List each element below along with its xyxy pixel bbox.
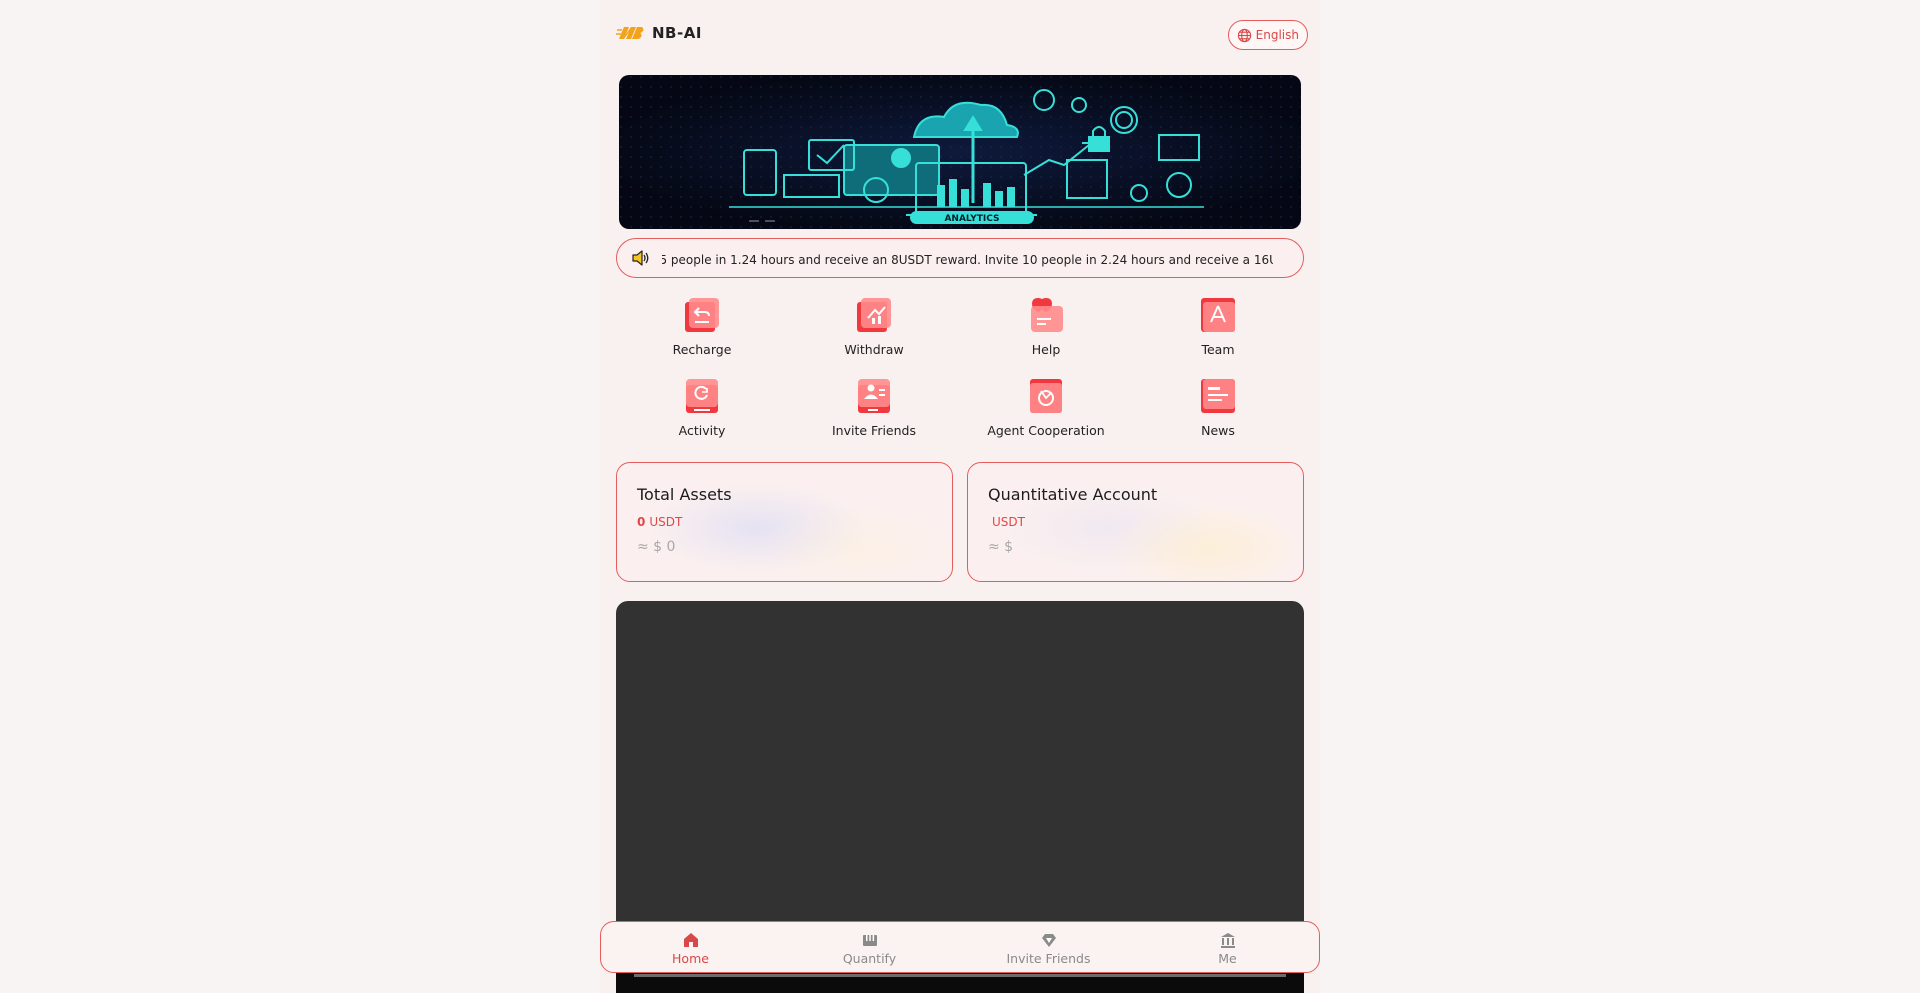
brand-name: NB-AI	[652, 24, 702, 42]
total-assets-usd: ≈ $ 0	[637, 539, 676, 555]
withdraw-icon	[857, 298, 891, 332]
app-container: NB-AI English ANALYTICS people in 1.24 h…	[600, 0, 1320, 993]
card-decoration	[757, 503, 952, 581]
menu-item-withdraw[interactable]: Withdraw	[788, 296, 960, 376]
menu-item-label: Recharge	[672, 342, 732, 357]
home-icon	[683, 933, 698, 947]
menu-item-label: Activity	[678, 423, 726, 438]
menu-item-label: Team	[1201, 342, 1235, 357]
quantitative-account-card[interactable]: Quantitative Account USDT ≈ $	[967, 462, 1304, 582]
language-button[interactable]: English	[1227, 20, 1308, 50]
menu-item-help[interactable]: Help	[960, 296, 1132, 376]
invite-friends-icon	[858, 379, 890, 413]
quant-account-title: Quantitative Account	[988, 485, 1158, 504]
header: NB-AI English	[600, 0, 1320, 70]
video-progress[interactable]	[634, 974, 1286, 977]
speaker-icon	[632, 250, 649, 266]
quant-account-amount: USDT	[988, 515, 1025, 529]
language-label: English	[1255, 28, 1299, 42]
notice-scroll: Invite 5 people in 1.24 hours and receiv…	[662, 249, 1273, 268]
quantify-icon	[862, 935, 877, 946]
activity-icon	[686, 379, 718, 413]
help-icon	[1031, 298, 1063, 332]
tab-label: Invite Friends	[1006, 951, 1091, 966]
news-icon	[1201, 379, 1235, 413]
tab-invite-friends[interactable]: Invite Friends	[959, 922, 1138, 972]
menu-item-news[interactable]: News	[1132, 377, 1304, 457]
menu-item-activity[interactable]: Activity	[616, 377, 788, 457]
banner-carousel[interactable]: ANALYTICS	[619, 75, 1301, 229]
menu-item-label: Help	[1031, 342, 1061, 357]
nb-logo-icon	[616, 27, 644, 39]
menu-item-label: News	[1201, 423, 1235, 438]
menu-item-agent-cooperation[interactable]: Agent Cooperation	[960, 377, 1132, 457]
tab-me[interactable]: Me	[1138, 922, 1317, 972]
tab-label: Me	[1218, 951, 1237, 966]
menu-item-recharge[interactable]: Recharge	[616, 296, 788, 376]
menu-item-invite-friends[interactable]: Invite Friends	[788, 377, 960, 457]
logo[interactable]: NB-AI	[616, 22, 702, 44]
agent-cooperation-icon	[1030, 379, 1062, 413]
tab-quantify[interactable]: Quantify	[780, 922, 959, 972]
banner-caption: ANALYTICS	[944, 214, 999, 224]
tab-label: Home	[672, 951, 709, 966]
tab-home[interactable]: Home	[601, 922, 780, 972]
menu-item-label: Withdraw	[844, 342, 904, 357]
team-icon	[1201, 298, 1235, 332]
tab-label: Quantify	[842, 951, 897, 966]
globe-icon	[1237, 28, 1251, 42]
total-assets-amount: 0 USDT	[637, 515, 682, 529]
amount-unit: USDT	[649, 515, 683, 529]
recharge-icon	[685, 298, 719, 332]
bottom-tabbar: Home Quantify Invite Friends Me	[600, 921, 1320, 973]
diamond-icon	[1041, 934, 1056, 947]
quant-account-usd: ≈ $	[988, 539, 1014, 555]
menu-item-label: Agent Cooperation	[987, 423, 1105, 438]
card-decoration	[1108, 503, 1303, 581]
menu-item-team[interactable]: Team	[1132, 296, 1304, 376]
notice-text: Invite 5 people in 1.24 hours and receiv…	[662, 252, 1273, 267]
total-assets-card[interactable]: Total Assets 0 USDT ≈ $ 0	[616, 462, 953, 582]
menu-item-label: Invite Friends	[832, 423, 916, 438]
bank-icon	[1220, 933, 1235, 948]
total-assets-title: Total Assets	[637, 485, 732, 504]
amount-value: 0	[637, 515, 646, 529]
analytics-illustration: ANALYTICS	[619, 75, 1301, 229]
amount-unit: USDT	[992, 515, 1025, 529]
notice-bar[interactable]: Invite 5 people in 1.24 hours and receiv…	[616, 238, 1304, 278]
